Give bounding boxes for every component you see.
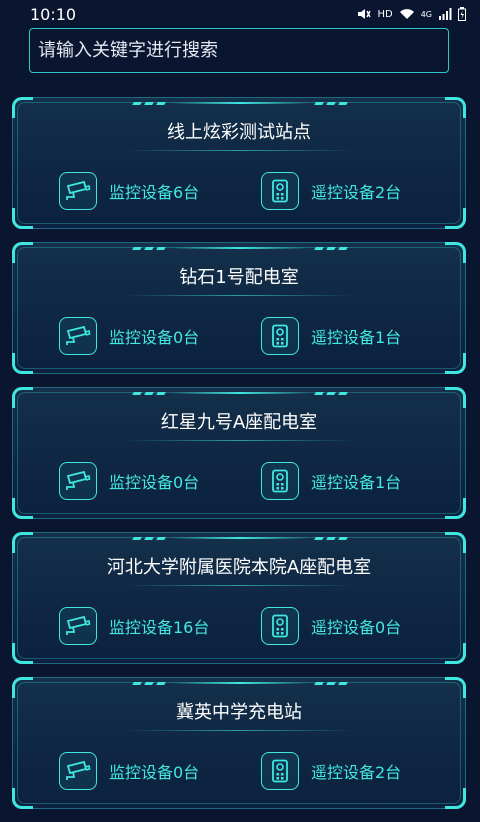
monitor-label: 监控设备16台	[109, 618, 210, 637]
cctv-camera-icon	[59, 607, 97, 645]
corner-decoration	[12, 643, 33, 664]
corner-decoration	[445, 677, 466, 698]
site-card[interactable]: 红星九号A座配电室 监控设备0台 遥控设备1台	[12, 387, 466, 519]
remote-device-count[interactable]: 遥控设备2台	[261, 752, 401, 790]
corner-decoration	[445, 498, 466, 519]
hd-label: HD	[377, 8, 393, 20]
site-card[interactable]: 冀英中学充电站 监控设备0台 遥控设备2台	[12, 677, 466, 809]
cctv-camera-icon	[59, 317, 97, 355]
remote-label: 遥控设备0台	[311, 618, 402, 637]
cctv-camera-icon	[59, 752, 97, 790]
corner-decoration	[445, 788, 466, 809]
remote-control-icon	[261, 172, 299, 210]
site-card[interactable]: 线上炫彩测试站点 监控设备6台 遥控设备2台	[12, 97, 466, 229]
status-icons: HD 4G	[357, 7, 466, 21]
cctv-camera-icon	[59, 462, 97, 500]
corner-decoration	[12, 387, 33, 408]
corner-decoration	[12, 532, 33, 553]
corner-decoration	[445, 387, 466, 408]
site-card[interactable]: 河北大学附属医院本院A座配电室 监控设备16台 遥控设备0台	[12, 532, 466, 664]
remote-control-icon	[261, 607, 299, 645]
wifi-icon	[399, 9, 414, 19]
remote-device-count[interactable]: 遥控设备0台	[261, 607, 401, 645]
card-top-decoration	[132, 100, 348, 106]
site-list[interactable]: 线上炫彩测试站点 监控设备6台 遥控设备2台 钻石1号配电室 监控设备0台 遥控…	[0, 97, 480, 822]
remote-label: 遥控设备2台	[311, 183, 402, 202]
remote-device-count[interactable]: 遥控设备1台	[261, 317, 401, 355]
monitor-label: 监控设备0台	[109, 473, 200, 492]
remote-label: 遥控设备1台	[311, 328, 402, 347]
site-name: 冀英中学充电站	[176, 702, 302, 723]
search-box[interactable]	[29, 28, 449, 73]
remote-control-icon	[261, 462, 299, 500]
title-underline	[123, 440, 355, 441]
remote-device-count[interactable]: 遥控设备2台	[261, 172, 401, 210]
corner-decoration	[445, 532, 466, 553]
mute-icon	[358, 9, 372, 19]
corner-decoration	[12, 242, 33, 263]
title-underline	[123, 295, 355, 296]
corner-decoration	[445, 353, 466, 374]
remote-label: 遥控设备2台	[311, 763, 402, 782]
monitor-label: 监控设备0台	[109, 763, 200, 782]
monitor-device-count[interactable]: 监控设备0台	[59, 317, 199, 355]
site-name: 线上炫彩测试站点	[167, 122, 311, 143]
monitor-label: 监控设备6台	[109, 183, 200, 202]
monitor-label: 监控设备0台	[109, 328, 200, 347]
title-underline	[123, 585, 355, 586]
site-card[interactable]: 钻石1号配电室 监控设备0台 遥控设备1台	[12, 242, 466, 374]
corner-decoration	[12, 788, 33, 809]
signal-icon	[439, 8, 452, 20]
monitor-device-count[interactable]: 监控设备16台	[59, 607, 209, 645]
remote-control-icon	[261, 317, 299, 355]
corner-decoration	[12, 498, 33, 519]
monitor-device-count[interactable]: 监控设备0台	[59, 752, 199, 790]
site-name: 钻石1号配电室	[179, 267, 299, 288]
title-underline	[123, 730, 355, 731]
corner-decoration	[12, 353, 33, 374]
search-input[interactable]	[30, 29, 448, 72]
remote-device-count[interactable]: 遥控设备1台	[261, 462, 401, 500]
corner-decoration	[12, 677, 33, 698]
cctv-camera-icon	[59, 172, 97, 210]
status-time: 10:10	[30, 4, 77, 24]
corner-decoration	[445, 97, 466, 118]
card-top-decoration	[132, 535, 348, 541]
title-underline	[123, 150, 355, 151]
corner-decoration	[12, 208, 33, 229]
network-type-label: 4G	[420, 9, 432, 19]
corner-decoration	[445, 242, 466, 263]
battery-icon	[458, 7, 466, 21]
card-top-decoration	[132, 680, 348, 686]
site-name: 河北大学附属医院本院A座配电室	[106, 557, 372, 578]
corner-decoration	[12, 97, 33, 118]
card-top-decoration	[132, 390, 348, 396]
monitor-device-count[interactable]: 监控设备6台	[59, 172, 199, 210]
remote-label: 遥控设备1台	[311, 473, 402, 492]
remote-control-icon	[261, 752, 299, 790]
card-top-decoration	[132, 245, 348, 251]
corner-decoration	[445, 643, 466, 664]
corner-decoration	[445, 208, 466, 229]
site-name: 红星九号A座配电室	[160, 412, 318, 433]
status-bar: 10:10 HD 4G	[0, 0, 480, 28]
monitor-device-count[interactable]: 监控设备0台	[59, 462, 199, 500]
